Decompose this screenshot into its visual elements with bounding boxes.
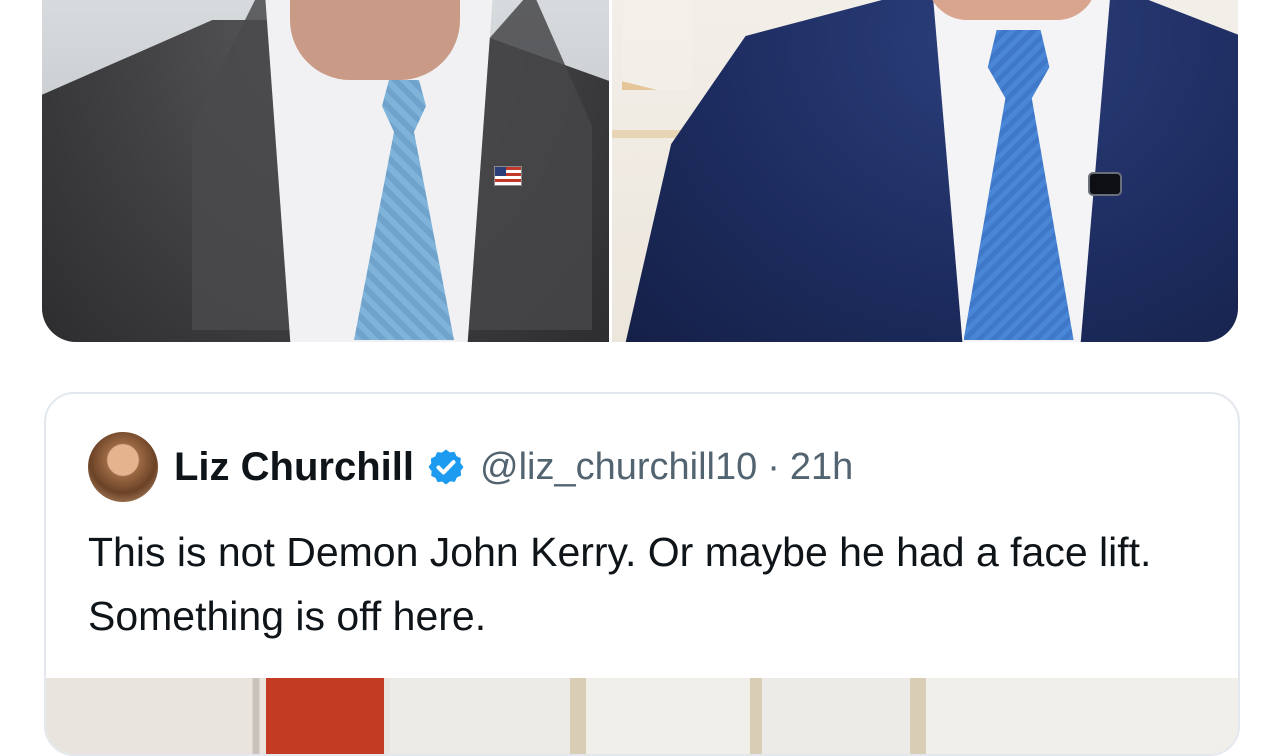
photo-right[interactable] [608, 0, 1238, 342]
quoted-media-right [390, 678, 1238, 754]
peacock-logo-icon [621, 0, 692, 90]
quoted-post[interactable]: Liz Churchill @liz_churchill10 · 21h Thi… [44, 392, 1240, 756]
post-media[interactable] [42, 0, 1238, 342]
photo-right-suit [621, 0, 1238, 342]
quoted-media-left [46, 678, 390, 754]
post-timestamp[interactable]: 21h [790, 446, 853, 489]
photo-left[interactable] [42, 0, 609, 342]
photo-left-neck [290, 0, 460, 80]
author-handle[interactable]: @liz_churchill10 [480, 446, 757, 489]
quoted-post-header: Liz Churchill @liz_churchill10 · 21h [88, 432, 853, 502]
quoted-post-text: This is not Demon John Kerry. Or maybe h… [88, 529, 1152, 639]
photo-right-chin [926, 0, 1097, 20]
verified-badge-icon [426, 447, 466, 487]
quoted-post-media[interactable] [46, 678, 1238, 754]
flag-pin-icon [494, 166, 522, 186]
separator-dot: · [767, 445, 780, 488]
author-name[interactable]: Liz Churchill [174, 445, 414, 490]
lapel-mic-icon [1087, 172, 1122, 196]
avatar[interactable] [88, 432, 158, 502]
